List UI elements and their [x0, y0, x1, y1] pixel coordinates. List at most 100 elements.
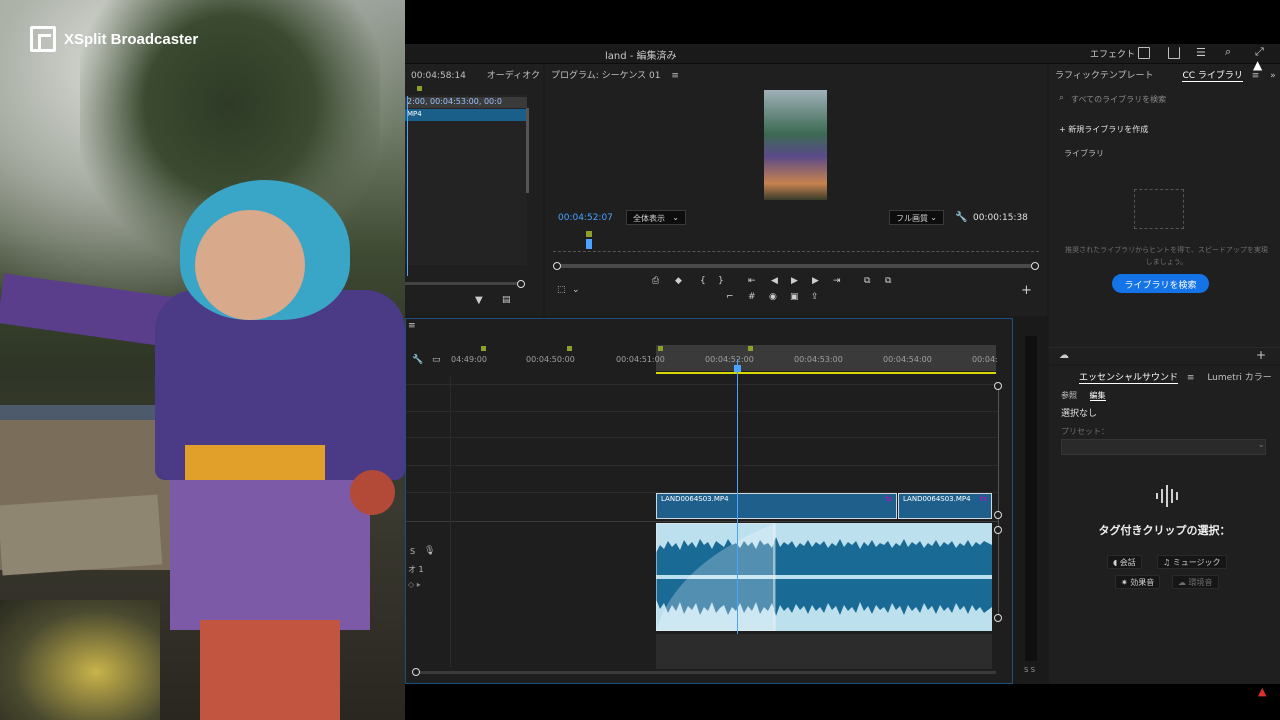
wrench-icon[interactable]: 🔧	[412, 355, 423, 365]
track-divider	[406, 411, 998, 412]
fx-badge: fx	[980, 495, 987, 503]
work-area-bar[interactable]	[656, 372, 996, 374]
menu-lines-icon[interactable]: ☰	[1196, 46, 1206, 59]
step-forward-icon[interactable]: ▶	[812, 276, 819, 286]
track-a1-label: オ 1	[408, 565, 424, 574]
library-hint: 推奨されたライブラリからヒントを得て、スピードアップを実現しましょう。	[1065, 246, 1268, 266]
browse-libraries-button[interactable]: ライブラリを検索	[1112, 274, 1209, 293]
program-ruler[interactable]	[553, 244, 1039, 252]
program-timecode[interactable]: 00:04:52:07	[558, 213, 613, 223]
sfx-tag-button[interactable]: ✷ 効果音	[1115, 575, 1161, 589]
performer-belt	[185, 445, 325, 480]
insert-icon[interactable]: ⧉	[864, 276, 870, 286]
export-frame-icon[interactable]: ⇪	[811, 292, 819, 302]
dialogue-tag-button[interactable]: ◖ 会話	[1107, 555, 1142, 569]
new-library-button[interactable]: + 新規ライブラリを作成	[1059, 124, 1148, 135]
audio-wave-icon	[1154, 484, 1184, 508]
safe-margins-icon[interactable]: ⬚	[557, 285, 566, 295]
chevron-down-icon[interactable]: ⌄	[572, 285, 580, 295]
audio-clip-tab[interactable]: オーディオク	[487, 71, 540, 81]
source-playhead[interactable]	[407, 96, 408, 276]
panel-layout-icon[interactable]	[1138, 47, 1150, 59]
mic-icon[interactable]: 🎙	[424, 546, 435, 556]
preset-dropdown[interactable]: ⌄	[1061, 439, 1266, 455]
scroll-right-handle[interactable]	[1031, 262, 1039, 270]
step-back-icon[interactable]: ◀	[771, 276, 778, 286]
mark-in-icon[interactable]: {	[700, 276, 706, 286]
scroll-handle[interactable]	[994, 382, 1002, 390]
essential-sound-tab[interactable]: エッセンシャルサウンド	[1079, 373, 1179, 384]
quality-dropdown[interactable]: フル画質 ⌄	[889, 210, 944, 225]
timeline-hscroll[interactable]	[416, 671, 996, 674]
timeline-vscroll[interactable]	[998, 385, 999, 621]
overwrite-icon[interactable]: ⧉	[885, 276, 891, 286]
wrench-icon[interactable]: 🔧	[955, 212, 967, 223]
ambience-tag-button[interactable]: ☁ 環境音	[1172, 575, 1219, 589]
video-clip[interactable]: LAND0064S03.MP4 fx	[656, 493, 897, 519]
program-scrollbar[interactable]	[553, 264, 1039, 268]
scroll-handle[interactable]	[994, 526, 1002, 534]
trim-icon[interactable]: ⌐	[726, 292, 734, 302]
library-search-input[interactable]: すべてのライブラリを検索	[1071, 94, 1166, 105]
timeline-playhead[interactable]	[737, 359, 738, 669]
play-icon[interactable]: ▶	[791, 276, 798, 286]
camera-overlay: XSplit Broadcaster	[0, 0, 405, 720]
filter-icon[interactable]: ▼	[475, 295, 483, 306]
zoom-dropdown[interactable]: 全体表示 ⌄	[626, 210, 686, 225]
music-tag-button[interactable]: ♫ ミュージック	[1157, 555, 1227, 569]
xsplit-logo: XSplit Broadcaster	[30, 26, 198, 52]
program-playhead[interactable]	[586, 239, 592, 249]
sort-icon[interactable]: ▤	[502, 295, 511, 305]
marker-icon	[748, 346, 753, 351]
source-scrollbar[interactable]	[526, 108, 529, 193]
zoom-handle[interactable]	[517, 280, 525, 288]
add-marker-icon[interactable]: ◆	[675, 276, 682, 286]
warning-icon[interactable]: ▲	[1258, 685, 1266, 698]
empty-track-area	[656, 634, 992, 669]
fullscreen-icon[interactable]: ⤢	[1255, 45, 1264, 59]
search-icon[interactable]: ⌕	[1225, 45, 1231, 59]
menu-icon[interactable]: ≡	[408, 321, 416, 331]
chevron-right-icon[interactable]: »	[1270, 71, 1276, 81]
program-title[interactable]: プログラム: シーケンス 01	[551, 71, 661, 81]
grid-icon[interactable]: #	[748, 292, 756, 302]
cc-library-tab[interactable]: CC ライブラリ	[1182, 71, 1243, 82]
browse-tab[interactable]: 参照	[1061, 391, 1077, 400]
essential-sound-panel: エッセンシャルサウンド ≡ Lumetri カラー » 参照 編集 選択なし プ…	[1049, 366, 1280, 684]
lift-icon[interactable]: ⎙	[652, 276, 659, 286]
video-clip[interactable]: LAND0064S03.MP4 fx	[898, 493, 992, 519]
chevron-down-icon: ⌄	[930, 213, 937, 222]
zoom-value: 全体表示	[633, 214, 665, 223]
caption-icon[interactable]: ▭	[432, 355, 441, 365]
banner	[0, 494, 163, 576]
graphic-templates-tab[interactable]: ラフィックテンプレート	[1055, 71, 1154, 81]
menu-icon[interactable]: ≡	[1252, 71, 1260, 81]
source-selected-item[interactable]: MP4	[405, 109, 527, 121]
lumetri-color-tab[interactable]: Lumetri カラー	[1207, 373, 1271, 383]
scroll-handle[interactable]	[412, 668, 420, 676]
menu-icon[interactable]: ≡	[1187, 373, 1195, 383]
bottom-black-bar: ▲	[405, 684, 1280, 720]
add-icon[interactable]: +	[1256, 348, 1266, 362]
screen: XSplit Broadcaster land - 編集済み エフェクト ☰ ⌕…	[0, 0, 1280, 720]
mark-out-icon[interactable]: }	[718, 276, 724, 286]
effects-workspace-button[interactable]: エフェクト	[1090, 47, 1135, 60]
keyframe-icon[interactable]: ◇ ▸	[408, 580, 421, 589]
menu-icon[interactable]: ≡	[671, 71, 679, 81]
compare-icon[interactable]: ▣	[790, 292, 799, 302]
audio-clip[interactable]	[656, 523, 992, 631]
go-to-in-icon[interactable]: ⇤	[748, 276, 756, 286]
library-placeholder-icon	[1134, 189, 1184, 229]
camera-icon[interactable]: ◉	[769, 292, 777, 302]
scroll-handle[interactable]	[994, 614, 1002, 622]
scroll-handle[interactable]	[994, 511, 1002, 519]
program-duration: 00:00:15:38	[973, 213, 1028, 223]
share-icon[interactable]	[1168, 47, 1180, 59]
add-button-icon[interactable]: +	[1021, 283, 1032, 298]
edit-tab[interactable]: 編集	[1089, 391, 1106, 401]
xsplit-brand-text: XSplit Broadcaster	[64, 30, 199, 48]
go-to-out-icon[interactable]: ⇥	[833, 276, 841, 286]
cloud-icon[interactable]: ☁	[1059, 350, 1069, 361]
source-zoom-bar[interactable]	[405, 282, 523, 285]
scroll-left-handle[interactable]	[553, 262, 561, 270]
